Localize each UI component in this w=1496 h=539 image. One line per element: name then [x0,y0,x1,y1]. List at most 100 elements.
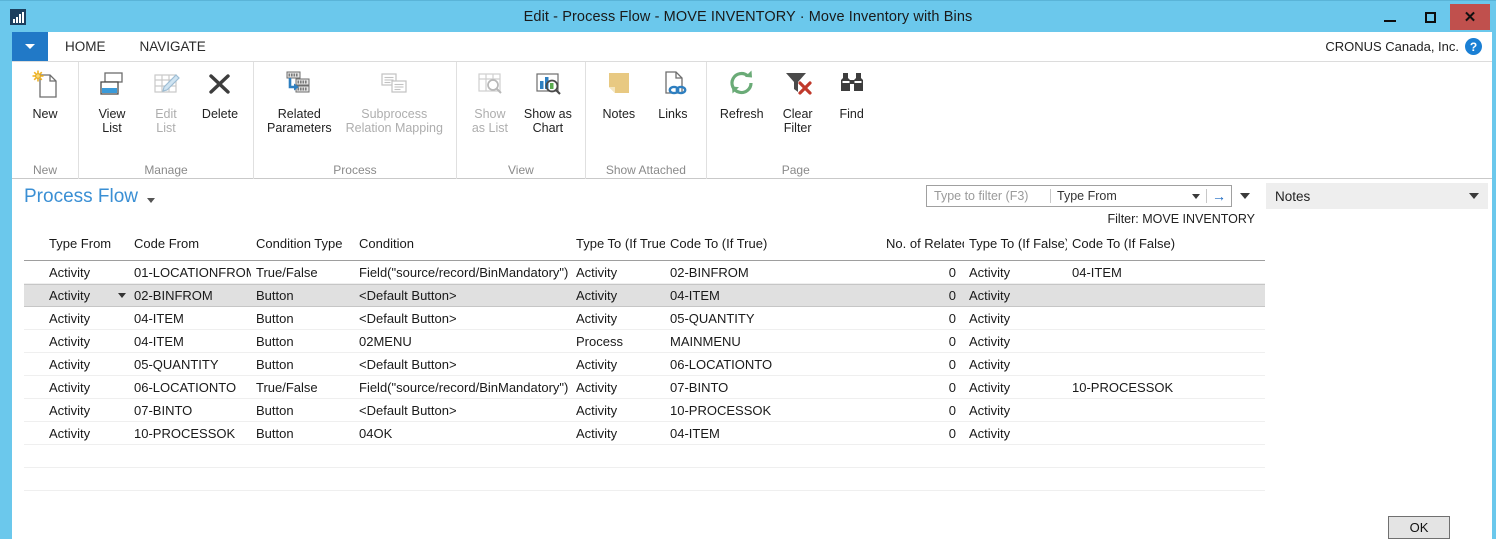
close-icon[interactable]: ✕ [1450,4,1490,30]
cell-code-to-if-true[interactable]: 02-BINFROM [665,265,881,280]
table-row[interactable]: Activity 02-BINFROM Button <Default Butt… [24,284,1265,307]
cell-dropdown-chevron-icon[interactable] [118,293,126,298]
show-as-chart-button[interactable]: Show as Chart [517,62,579,135]
cell-code-to-if-true[interactable]: 05-QUANTITY [665,311,881,326]
cell-code-to-if-true[interactable]: 06-LOCATIONTO [665,357,881,372]
cell-condition[interactable]: 04OK [354,426,571,441]
delete-button[interactable]: Delete [193,62,247,121]
cell-condition-type[interactable]: Button [251,334,354,349]
cell-code-from[interactable]: 07-BINTO [129,403,251,418]
column-header-code-from[interactable]: Code From [129,236,251,251]
cell-type-to-if-false[interactable]: Activity [964,403,1067,418]
refresh-button[interactable]: Refresh [713,62,771,121]
links-button[interactable]: Links [646,62,700,121]
cell-code-from[interactable]: 10-PROCESSOK [129,426,251,441]
expand-filter-pane-button[interactable] [1232,193,1258,199]
column-header-condition-type[interactable]: Condition Type [251,236,354,251]
cell-type-to-if-false[interactable]: Activity [964,380,1067,395]
cell-condition-type[interactable]: True/False [251,265,354,280]
ok-button[interactable]: OK [1388,516,1450,539]
empty-row[interactable] [24,445,1265,468]
minimize-icon[interactable] [1370,4,1410,30]
cell-type-to-if-true[interactable]: Activity [571,426,665,441]
cell-type-to-if-true[interactable]: Activity [571,380,665,395]
cell-condition[interactable]: 02MENU [354,334,571,349]
cell-condition-type[interactable]: Button [251,403,354,418]
column-header-no-related-params[interactable]: No. of Related Parameters [881,236,964,251]
cell-type-from[interactable]: Activity [44,357,129,372]
cell-no-related-params[interactable]: 0 [881,403,964,418]
cell-type-from[interactable]: Activity [44,426,129,441]
cell-condition-type[interactable]: Button [251,288,354,303]
cell-type-to-if-true[interactable]: Process [571,334,665,349]
view-list-button[interactable]: View List [85,62,139,135]
cell-type-from[interactable]: Activity [44,265,129,280]
show-as-list-button[interactable]: Show as List [463,62,517,135]
cell-condition[interactable]: <Default Button> [354,357,571,372]
search-input[interactable]: Type to filter (F3) [927,186,1050,206]
cell-code-to-if-false[interactable]: 04-ITEM [1067,265,1247,280]
cell-no-related-params[interactable]: 0 [881,265,964,280]
cell-type-to-if-false[interactable]: Activity [964,311,1067,326]
clear-filter-button[interactable]: Clear Filter [771,62,825,135]
cell-code-to-if-false[interactable]: 10-PROCESSOK [1067,380,1247,395]
cell-type-to-if-false[interactable]: Activity [964,334,1067,349]
table-row[interactable]: Activity 05-QUANTITY Button <Default But… [24,353,1265,376]
new-button[interactable]: New [18,62,72,121]
cell-type-from[interactable]: Activity [44,403,129,418]
cell-condition-type[interactable]: Button [251,311,354,326]
tab-navigate[interactable]: NAVIGATE [123,32,223,61]
maximize-icon[interactable] [1410,4,1450,30]
related-parameters-button[interactable]: Related Parameters [260,62,339,135]
notes-button[interactable]: Notes [592,62,646,121]
cell-type-to-if-true[interactable]: Activity [571,265,665,280]
empty-row[interactable] [24,468,1265,491]
notes-factbox-select[interactable]: Notes [1266,183,1488,209]
cell-no-related-params[interactable]: 0 [881,380,964,395]
table-row[interactable]: Activity 04-ITEM Button <Default Button>… [24,307,1265,330]
cell-type-to-if-true[interactable]: Activity [571,357,665,372]
chevron-down-icon[interactable] [1192,193,1200,199]
cell-no-related-params[interactable]: 0 [881,426,964,441]
cell-code-to-if-true[interactable]: MAINMENU [665,334,881,349]
cell-no-related-params[interactable]: 0 [881,311,964,326]
cell-type-from[interactable]: Activity [44,311,129,326]
table-row[interactable]: Activity 10-PROCESSOK Button 04OK Activi… [24,422,1265,445]
cell-condition-type[interactable]: Button [251,357,354,372]
cell-code-from[interactable]: 04-ITEM [129,311,251,326]
cell-type-to-if-false[interactable]: Activity [964,265,1067,280]
table-row[interactable]: Activity 04-ITEM Button 02MENU Process M… [24,330,1265,353]
cell-condition[interactable]: <Default Button> [354,288,571,303]
page-title[interactable]: Process Flow [24,186,156,208]
column-header-code-to-if-true[interactable]: Code To (If True) [665,236,881,251]
cell-condition[interactable]: <Default Button> [354,311,571,326]
cell-condition-type[interactable]: Button [251,426,354,441]
find-button[interactable]: Find [825,62,879,121]
cell-type-to-if-true[interactable]: Activity [571,311,665,326]
column-header-code-to-if-false[interactable]: Code To (If False) [1067,236,1247,251]
table-row[interactable]: Activity 07-BINTO Button <Default Button… [24,399,1265,422]
cell-code-to-if-true[interactable]: 04-ITEM [665,426,881,441]
column-header-type-to-if-false[interactable]: Type To (If False) [964,236,1067,251]
cell-code-from[interactable]: 05-QUANTITY [129,357,251,372]
column-header-type-to-if-true[interactable]: Type To (If True) [571,236,665,251]
cell-type-from[interactable]: Activity [44,334,129,349]
table-row[interactable]: Activity 01-LOCATIONFROM True/False Fiel… [24,261,1265,284]
column-header-type-from[interactable]: Type From [44,236,129,251]
subprocess-relation-mapping-button[interactable]: Subprocess Relation Mapping [339,62,450,135]
apply-filter-arrow-icon[interactable]: → [1207,186,1231,206]
edit-list-button[interactable]: Edit List [139,62,193,135]
tab-home[interactable]: HOME [48,32,123,61]
filter-field-select[interactable]: Type From [1051,186,1206,206]
cell-type-to-if-true[interactable]: Activity [571,403,665,418]
cell-no-related-params[interactable]: 0 [881,334,964,349]
cell-type-to-if-false[interactable]: Activity [964,426,1067,441]
cell-code-from[interactable]: 06-LOCATIONTO [129,380,251,395]
cell-code-from[interactable]: 02-BINFROM [129,288,251,303]
help-icon[interactable]: ? [1465,38,1482,55]
cell-condition[interactable]: Field("source/record/BinMandatory") [354,380,571,395]
cell-type-from[interactable]: Activity [44,380,129,395]
table-row[interactable]: Activity 06-LOCATIONTO True/False Field(… [24,376,1265,399]
cell-code-from[interactable]: 04-ITEM [129,334,251,349]
column-header-condition[interactable]: Condition [354,236,571,251]
